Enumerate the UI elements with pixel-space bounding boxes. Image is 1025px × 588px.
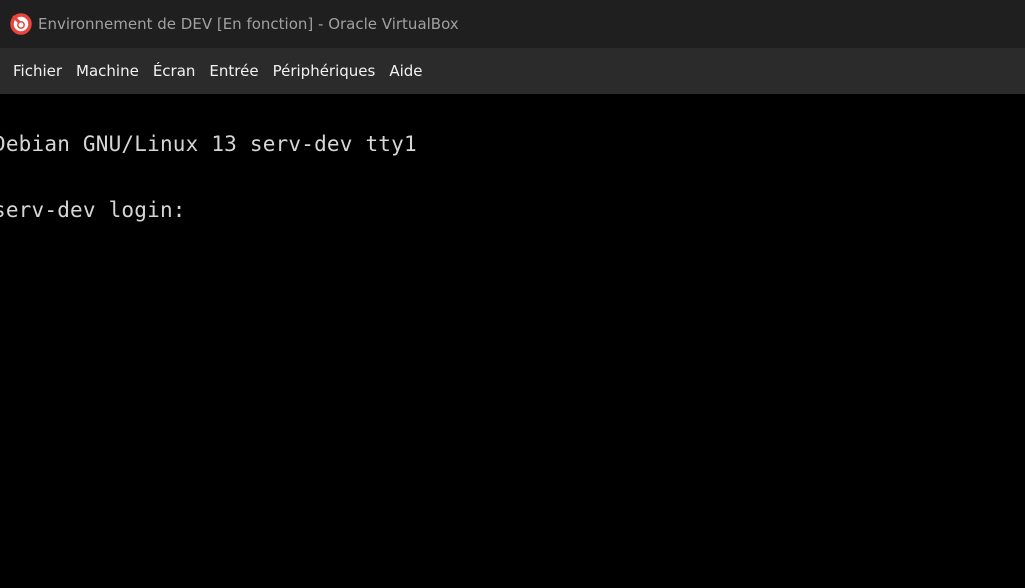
menu-fichier[interactable]: Fichier — [6, 56, 69, 86]
menu-peripheriques[interactable]: Périphériques — [266, 56, 383, 86]
menu-bar: Fichier Machine Écran Entrée Périphériqu… — [0, 48, 1025, 94]
menu-ecran[interactable]: Écran — [146, 56, 203, 86]
virtualbox-window: Environnement de DEV [En fonction] - Ora… — [0, 0, 1025, 588]
console-login-prompt: serv-dev login: — [0, 198, 199, 222]
window-title: Environnement de DEV [En fonction] - Ora… — [38, 15, 459, 33]
title-bar[interactable]: Environnement de DEV [En fonction] - Ora… — [0, 0, 1025, 48]
menu-entree[interactable]: Entrée — [202, 56, 265, 86]
console-banner-line: Debian GNU/Linux 13 serv-dev tty1 — [0, 132, 417, 156]
menu-machine[interactable]: Machine — [69, 56, 146, 86]
vm-console-screen[interactable]: Debian GNU/Linux 13 serv-dev tty1 serv-d… — [0, 94, 1025, 588]
virtualbox-app-icon[interactable] — [10, 13, 32, 35]
menu-aide[interactable]: Aide — [382, 56, 429, 86]
